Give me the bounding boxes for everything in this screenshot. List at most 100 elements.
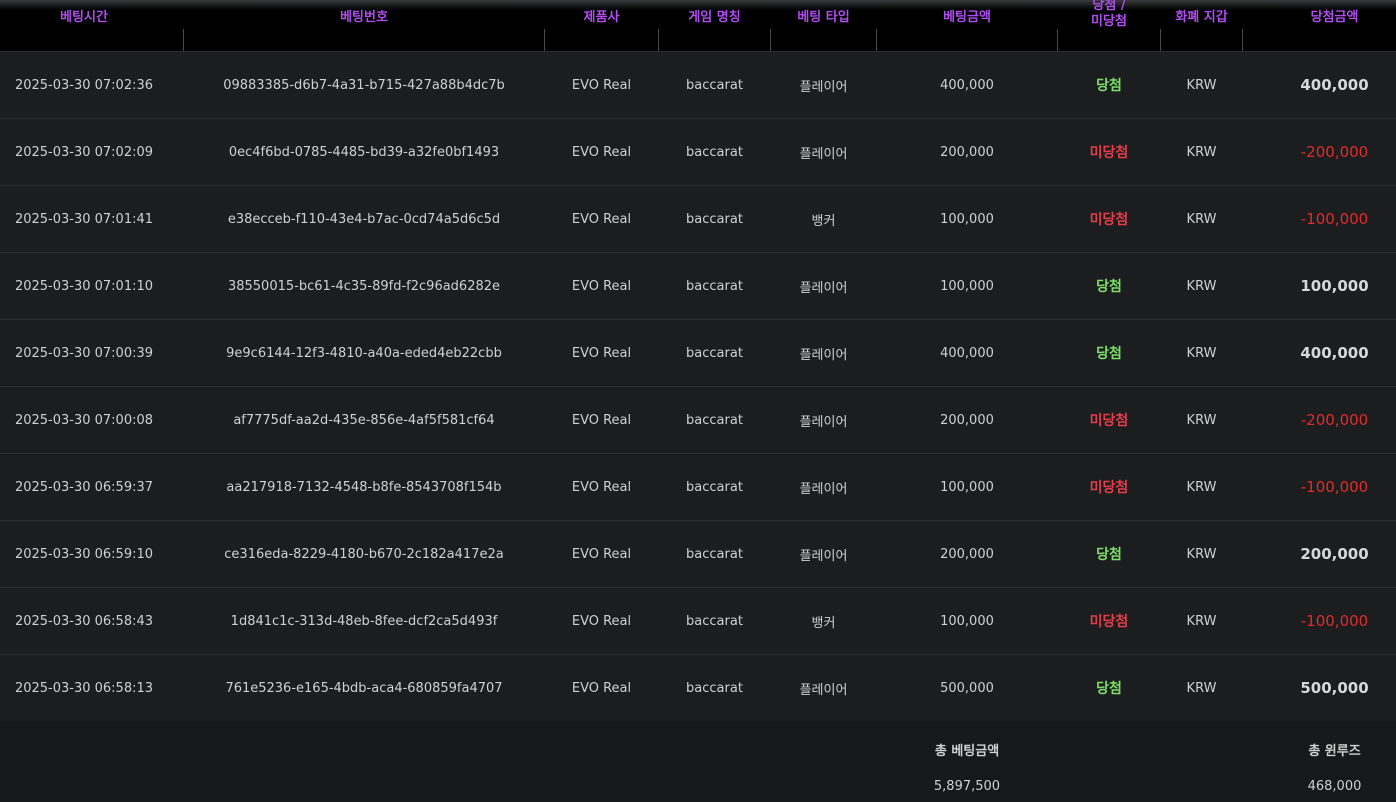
payout-cell: 400,000 xyxy=(1300,344,1369,362)
provider-cell: EVO Real xyxy=(571,546,632,562)
column-divider xyxy=(183,29,184,51)
bet-id-cell: 0ec4f6bd-0785-4485-bd39-a32fe0bf1493 xyxy=(228,144,500,160)
column-divider xyxy=(1242,29,1243,51)
table-row: 2025-03-30 07:00:08 af7775df-aa2d-435e-85… xyxy=(0,387,1396,454)
bet-amount-cell: 200,000 xyxy=(940,412,994,428)
wallet-cell: KRW xyxy=(1186,345,1217,361)
bet-type-cell: 플레이어 xyxy=(799,682,848,698)
table-row: 2025-03-30 06:59:37 aa217918-7132-4548-b8… xyxy=(0,454,1396,521)
table-row: 2025-03-30 06:58:43 1d841c1c-313d-48eb-8f… xyxy=(0,588,1396,655)
table-row: 2025-03-30 07:01:41 e38ecceb-f110-43e4-b7… xyxy=(0,186,1396,253)
game-name-cell: baccarat xyxy=(686,680,743,696)
wallet-cell: KRW xyxy=(1186,479,1217,495)
table-footer: 총 베팅금액 5,897,500 총 윈루즈 468,000 xyxy=(0,721,1396,802)
result-status-cell: 당첨 xyxy=(1096,346,1122,362)
bet-amount-cell: 100,000 xyxy=(940,613,994,629)
header-bet-type: 베팅 타입 xyxy=(797,10,850,25)
provider-cell: EVO Real xyxy=(571,613,632,629)
total-bet-value: 5,897,500 xyxy=(933,779,1001,794)
result-status-cell: 미당첨 xyxy=(1089,614,1129,630)
provider-cell: EVO Real xyxy=(571,345,632,361)
bet-amount-cell: 100,000 xyxy=(940,211,994,227)
payout-cell: 400,000 xyxy=(1300,76,1369,94)
provider-cell: EVO Real xyxy=(571,77,632,93)
result-status-cell: 미당첨 xyxy=(1089,212,1129,228)
result-status-cell: 당첨 xyxy=(1096,681,1122,697)
bet-time-cell: 2025-03-30 06:58:13 xyxy=(14,680,154,696)
payout-cell: 100,000 xyxy=(1300,277,1369,295)
wallet-cell: KRW xyxy=(1186,278,1217,294)
header-wallet: 화폐 지갑 xyxy=(1175,10,1228,25)
game-name-cell: baccarat xyxy=(686,479,743,495)
bet-amount-cell: 400,000 xyxy=(940,345,994,361)
header-result: 당첨 / 미당첨 xyxy=(1058,0,1160,51)
wallet-cell: KRW xyxy=(1186,144,1217,160)
total-bet-label: 총 베팅금액 xyxy=(934,744,1000,759)
game-name-cell: baccarat xyxy=(686,144,743,160)
bet-type-cell: 플레이어 xyxy=(799,347,848,363)
header-time: 베팅시간 xyxy=(60,10,108,25)
bet-time-cell: 2025-03-30 06:59:37 xyxy=(14,479,154,495)
column-divider xyxy=(1160,29,1161,51)
game-name-cell: baccarat xyxy=(686,412,743,428)
column-divider xyxy=(876,29,877,51)
bet-time-cell: 2025-03-30 07:01:10 xyxy=(14,278,154,294)
payout-cell: -200,000 xyxy=(1300,411,1369,429)
result-status-cell: 미당첨 xyxy=(1089,145,1129,161)
bet-id-cell: 761e5236-e165-4bdb-aca4-680859fa4707 xyxy=(225,680,503,696)
bet-id-cell: af7775df-aa2d-435e-856e-4af5f581cf64 xyxy=(233,412,495,428)
bet-type-cell: 플레이어 xyxy=(799,146,848,162)
wallet-cell: KRW xyxy=(1186,613,1217,629)
bet-type-cell: 뱅커 xyxy=(811,213,836,229)
result-status-cell: 당첨 xyxy=(1096,279,1122,295)
bet-time-cell: 2025-03-30 07:00:39 xyxy=(14,345,154,361)
bet-time-cell: 2025-03-30 06:58:43 xyxy=(14,613,154,629)
bet-id-cell: 38550015-bc61-4c35-89fd-f2c96ad6282e xyxy=(227,278,501,294)
bet-time-cell: 2025-03-30 07:02:09 xyxy=(14,144,154,160)
bet-type-cell: 플레이어 xyxy=(799,79,848,95)
bet-amount-cell: 100,000 xyxy=(940,278,994,294)
header-game: 게임 명칭 xyxy=(688,10,741,25)
header-bet-id: 베팅번호 xyxy=(340,10,388,25)
game-name-cell: baccarat xyxy=(686,77,743,93)
bet-amount-cell: 500,000 xyxy=(940,680,994,696)
payout-cell: 500,000 xyxy=(1300,679,1369,697)
bet-time-cell: 2025-03-30 07:01:41 xyxy=(14,211,154,227)
table-row: 2025-03-30 06:59:10 ce316eda-8229-4180-b6… xyxy=(0,521,1396,588)
bet-id-cell: ce316eda-8229-4180-b670-2c182a417e2a xyxy=(224,546,504,562)
bet-time-cell: 2025-03-30 07:00:08 xyxy=(14,412,154,428)
bet-type-cell: 플레이어 xyxy=(799,280,848,296)
column-divider xyxy=(544,29,545,51)
header-result-line2: 미당첨 xyxy=(1091,14,1127,29)
total-winloss-label: 총 윈루즈 xyxy=(1308,744,1361,759)
bet-id-cell: 1d841c1c-313d-48eb-8fee-dcf2ca5d493f xyxy=(230,613,498,629)
provider-cell: EVO Real xyxy=(571,144,632,160)
bet-type-cell: 플레이어 xyxy=(799,481,848,497)
bet-time-cell: 2025-03-30 06:59:10 xyxy=(14,546,154,562)
wallet-cell: KRW xyxy=(1186,546,1217,562)
header-amount: 베팅금액 xyxy=(943,10,991,25)
provider-cell: EVO Real xyxy=(571,479,632,495)
bet-id-cell: e38ecceb-f110-43e4-b7ac-0cd74a5d6c5d xyxy=(227,211,501,227)
provider-cell: EVO Real xyxy=(571,680,632,696)
header-result-line1: 당첨 / xyxy=(1092,0,1126,13)
payout-cell: 200,000 xyxy=(1300,545,1369,563)
header-payout: 당첨금액 xyxy=(1310,10,1359,25)
game-name-cell: baccarat xyxy=(686,613,743,629)
bet-id-cell: 09883385-d6b7-4a31-b715-427a88b4dc7b xyxy=(223,77,505,93)
bet-amount-cell: 100,000 xyxy=(940,479,994,495)
bet-type-cell: 플레이어 xyxy=(799,548,848,564)
result-status-cell: 미당첨 xyxy=(1089,413,1129,429)
bet-amount-cell: 400,000 xyxy=(940,77,994,93)
bet-type-cell: 뱅커 xyxy=(811,615,836,631)
bet-id-cell: aa217918-7132-4548-b8fe-8543708f154b xyxy=(226,479,502,495)
table-header: 베팅시간 베팅번호 제품사 게임 명칭 베팅 타입 베팅금액 당첨 / 미당첨 화… xyxy=(0,0,1396,52)
payout-cell: -100,000 xyxy=(1300,210,1369,228)
wallet-cell: KRW xyxy=(1186,680,1217,696)
game-name-cell: baccarat xyxy=(686,546,743,562)
payout-cell: -100,000 xyxy=(1300,612,1369,630)
result-status-cell: 당첨 xyxy=(1096,78,1122,94)
game-name-cell: baccarat xyxy=(686,345,743,361)
column-divider xyxy=(1057,29,1058,51)
column-divider xyxy=(658,29,659,51)
